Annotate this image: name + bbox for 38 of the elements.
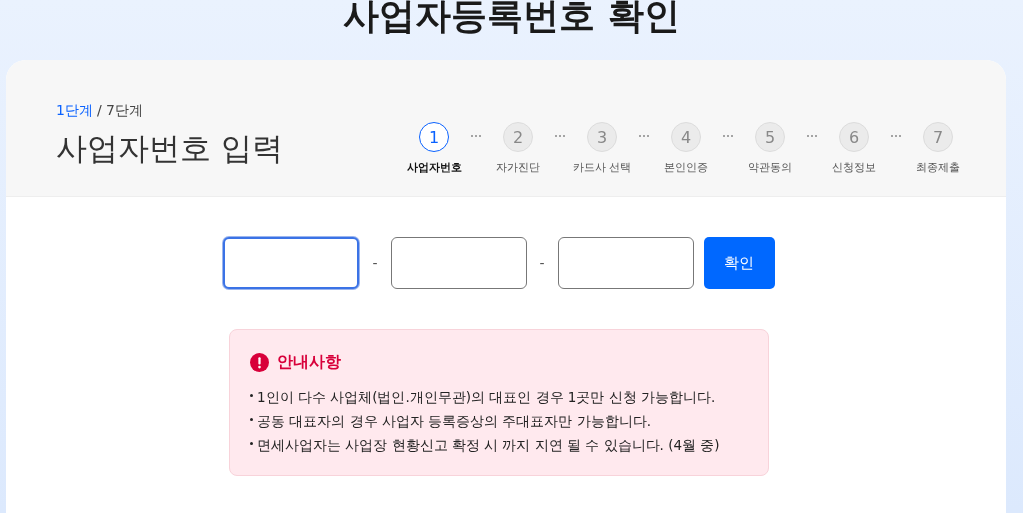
ellipsis-icon <box>554 134 566 138</box>
step-label: 본인인증 <box>664 160 708 175</box>
dash-separator: - <box>372 255 378 271</box>
ellipsis-icon <box>638 134 650 138</box>
ellipsis-icon <box>470 134 482 138</box>
step-number: 6 <box>839 122 869 152</box>
bullet-icon <box>250 417 253 421</box>
total-steps: / 7단계 <box>96 102 143 120</box>
notice-text: 공동 대표자의 경우 사업자 등록증상의 주대표자만 가능합니다. <box>257 413 652 431</box>
ellipsis-icon <box>722 134 734 138</box>
page-title: 사업자등록번호 확인 <box>343 0 680 38</box>
step-number: 7 <box>923 122 953 152</box>
step-label: 신청정보 <box>832 160 876 175</box>
notice-text: 1인이 다수 사업체(법인.개인무관)의 대표인 경우 1곳만 신청 가능합니다. <box>257 389 716 407</box>
step-label: 약관동의 <box>748 160 792 175</box>
step-label: 사업자번호 <box>406 160 462 175</box>
number-input-field[interactable] <box>557 237 694 289</box>
number-input-field[interactable] <box>390 237 527 289</box>
step-label: 최종제출 <box>916 160 960 175</box>
notice-title: 안내사항 <box>277 352 341 373</box>
notice-text: 면세사업자는 사업장 현황신고 확정 시 까지 지연 될 수 있습니다. (4월 중) <box>257 437 720 455</box>
step-number: 2 <box>503 122 533 152</box>
confirm-button[interactable]: 확인 <box>703 237 775 289</box>
step-number: 3 <box>587 122 617 152</box>
current-step: 1단계 <box>56 102 93 120</box>
dash-separator: - <box>539 255 545 271</box>
step-number: 4 <box>671 122 701 152</box>
number-input-field[interactable] <box>223 237 360 289</box>
ellipsis-icon <box>890 134 902 138</box>
bullet-icon <box>250 393 253 397</box>
section-title: 사업자번호 입력 <box>56 129 283 168</box>
step-number: 5 <box>755 122 785 152</box>
alert-icon <box>250 353 269 372</box>
step-number: 1 <box>419 122 449 152</box>
bullet-icon <box>250 441 253 445</box>
ellipsis-icon <box>806 134 818 138</box>
step-label: 카드사 선택 <box>572 160 632 175</box>
step-label: 자가진단 <box>496 160 540 175</box>
